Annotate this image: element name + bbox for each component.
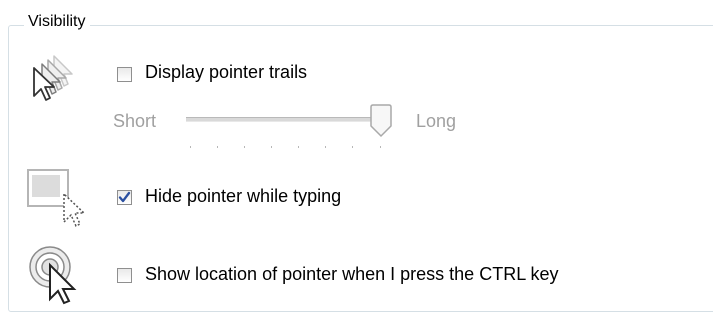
slider-min-label: Short: [113, 111, 157, 131]
slider-tick: [380, 146, 381, 148]
slider-tick: [217, 146, 218, 148]
pointer-trails-checkbox[interactable]: [117, 67, 132, 82]
pointer-trails-icon: [24, 50, 88, 115]
trail-length-slider-track[interactable]: [186, 117, 382, 122]
pointer-location-icon: [28, 245, 92, 314]
trail-length-slider-thumb[interactable]: [369, 104, 393, 143]
show-location-label[interactable]: Show location of pointer when I press th…: [145, 264, 559, 285]
slider-tick: [298, 146, 299, 148]
hide-pointer-label[interactable]: Hide pointer while typing: [145, 186, 341, 207]
slider-max-label: Long: [416, 111, 457, 131]
hide-pointer-icon: [26, 166, 90, 235]
slider-tick: [271, 146, 272, 148]
check-mark-icon: [118, 191, 131, 203]
slider-tick: [244, 146, 245, 148]
hide-pointer-checkbox[interactable]: [117, 190, 132, 205]
show-location-checkbox[interactable]: [117, 268, 132, 283]
group-title: Visibility: [24, 13, 90, 31]
slider-tick: [325, 146, 326, 148]
pointer-trails-label[interactable]: Display pointer trails: [145, 62, 307, 83]
slider-tick: [352, 146, 353, 148]
slider-tick: [190, 146, 191, 148]
